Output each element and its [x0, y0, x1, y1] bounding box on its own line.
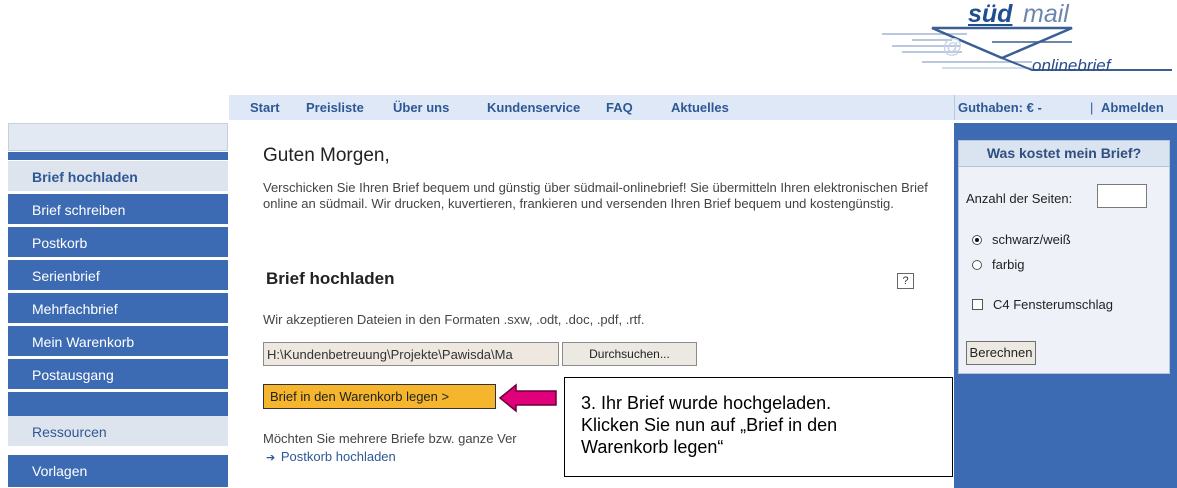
logo-at-symbol: @ — [942, 36, 963, 58]
sidebar-item-serienbrief[interactable]: Serienbrief — [8, 260, 228, 291]
nav-start[interactable]: Start — [250, 100, 280, 115]
logo-tagline: onlinebrief — [1032, 56, 1111, 75]
sidebar-item-vorlagen[interactable]: Vorlagen — [8, 455, 228, 488]
callout-line-1: 3. Ihr Brief wurde hochgeladen. — [581, 393, 832, 413]
postkorb-upload-label: Postkorb hochladen — [280, 449, 396, 464]
sidebar-item-postausgang[interactable]: Postausgang — [8, 359, 228, 390]
account-bar: Guthaben: € - | Abmelden — [954, 95, 1177, 120]
radio-row-color[interactable]: farbig — [972, 257, 1025, 272]
sidebar-item-mein-warenkorb[interactable]: Mein Warenkorb — [8, 326, 228, 357]
radio-row-bw[interactable]: schwarz/weiß — [972, 232, 1071, 247]
price-calculator-title: Was kostet mein Brief? — [958, 140, 1170, 167]
sidebar-item-brief-hochladen[interactable]: Brief hochladen — [8, 161, 228, 192]
sidebar-section-ressourcen: Ressourcen — [8, 416, 228, 447]
pages-input[interactable] — [1097, 184, 1147, 208]
postkorb-upload-link[interactable]: ➔ Postkorb hochladen — [266, 449, 396, 464]
instruction-callout: 3. Ihr Brief wurde hochgeladen. Klicken … — [564, 377, 953, 477]
account-separator: | — [1090, 100, 1094, 115]
browse-button[interactable]: Durchsuchen... — [562, 342, 697, 366]
arrow-right-icon: ➔ — [266, 452, 276, 464]
nav-ueber-uns[interactable]: Über uns — [393, 100, 449, 115]
multiple-letters-text: Möchten Sie mehrere Briefe bzw. ganze Ve… — [263, 431, 517, 446]
sidebar-header — [8, 123, 228, 151]
radio-bw-label: schwarz/weiß — [992, 232, 1071, 247]
callout-line-3: Warenkorb legen“ — [581, 437, 724, 457]
radio-color-label: farbig — [992, 257, 1025, 272]
calculate-button[interactable]: Berechnen — [966, 341, 1036, 365]
accepted-formats-text: Wir akzeptieren Dateien in den Formaten … — [263, 312, 645, 327]
annotation-arrow-icon — [498, 383, 557, 413]
nav-kundenservice[interactable]: Kundenservice — [487, 100, 580, 115]
greeting-heading: Guten Morgen, — [263, 145, 390, 166]
pages-label: Anzahl der Seiten: — [966, 191, 1073, 206]
help-icon[interactable]: ? — [897, 273, 914, 289]
sidebar-divider — [8, 152, 228, 160]
envelope-checkbox[interactable] — [972, 299, 983, 310]
file-path-input[interactable]: H:\Kundenbetreuung\Projekte\Pawisda\Ma — [263, 342, 559, 366]
add-to-cart-button[interactable]: Brief in den Warenkorb legen > — [263, 384, 496, 409]
radio-color[interactable] — [972, 260, 982, 270]
nav-preisliste[interactable]: Preisliste — [306, 100, 364, 115]
callout-line-2: Klicken Sie nun auf „Brief in den — [581, 415, 838, 435]
sidebar-spacer — [8, 392, 228, 416]
sidebar-item-postkorb[interactable]: Postkorb — [8, 227, 228, 258]
envelope-at-icon — [882, 26, 1172, 71]
top-navigation: Start Preisliste Über uns Kundenservice … — [229, 95, 954, 120]
envelope-option-label: C4 Fensterumschlag — [993, 297, 1113, 312]
logo-brand-bold: süd — [968, 0, 1013, 28]
balance-label: Guthaben: € - — [958, 100, 1042, 115]
radio-bw[interactable] — [972, 235, 982, 245]
sidebar-item-mehrfachbrief[interactable]: Mehrfachbrief — [8, 293, 228, 324]
upload-title: Brief hochladen — [266, 269, 395, 288]
sidebar-item-brief-schreiben[interactable]: Brief schreiben — [8, 194, 228, 225]
nav-faq[interactable]: FAQ — [606, 100, 633, 115]
envelope-option-row[interactable]: C4 Fensterumschlag — [972, 297, 1113, 312]
suedmail-logo[interactable]: süd mail onlinebrief @ — [872, 0, 1172, 80]
intro-text: Verschicken Sie Ihren Brief bequem und g… — [263, 180, 928, 211]
nav-aktuelles[interactable]: Aktuelles — [671, 100, 729, 115]
logo-brand-light: mail — [1023, 0, 1069, 28]
logout-link[interactable]: Abmelden — [1101, 100, 1164, 115]
